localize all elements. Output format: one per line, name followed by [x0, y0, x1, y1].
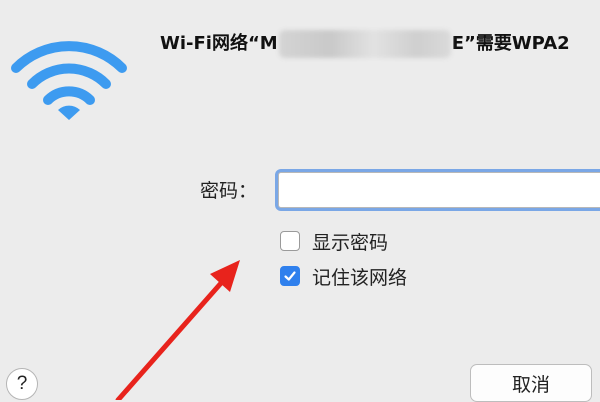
password-label: 密码： [200, 180, 258, 202]
password-input[interactable] [278, 172, 600, 208]
checkmark-icon [284, 271, 296, 281]
remember-network-label: 记住该网络 [312, 266, 408, 289]
dialog-title-prefix: Wi-Fi网络“M [160, 33, 278, 54]
help-button[interactable]: ? [6, 368, 38, 400]
dialog-title: Wi-Fi网络“M E”需要WPA2 [160, 28, 570, 60]
redacted-network-name [278, 30, 451, 58]
show-password-checkbox[interactable] [280, 231, 300, 251]
dialog-title-suffix: E”需要WPA2 [451, 33, 570, 54]
show-password-option[interactable]: 显示密码 [280, 227, 388, 255]
cancel-button[interactable]: 取消 [470, 364, 592, 402]
remember-network-option[interactable]: 记住该网络 [280, 262, 407, 290]
remember-network-checkbox[interactable] [280, 266, 300, 286]
show-password-label: 显示密码 [312, 231, 389, 254]
wifi-icon [11, 41, 127, 120]
